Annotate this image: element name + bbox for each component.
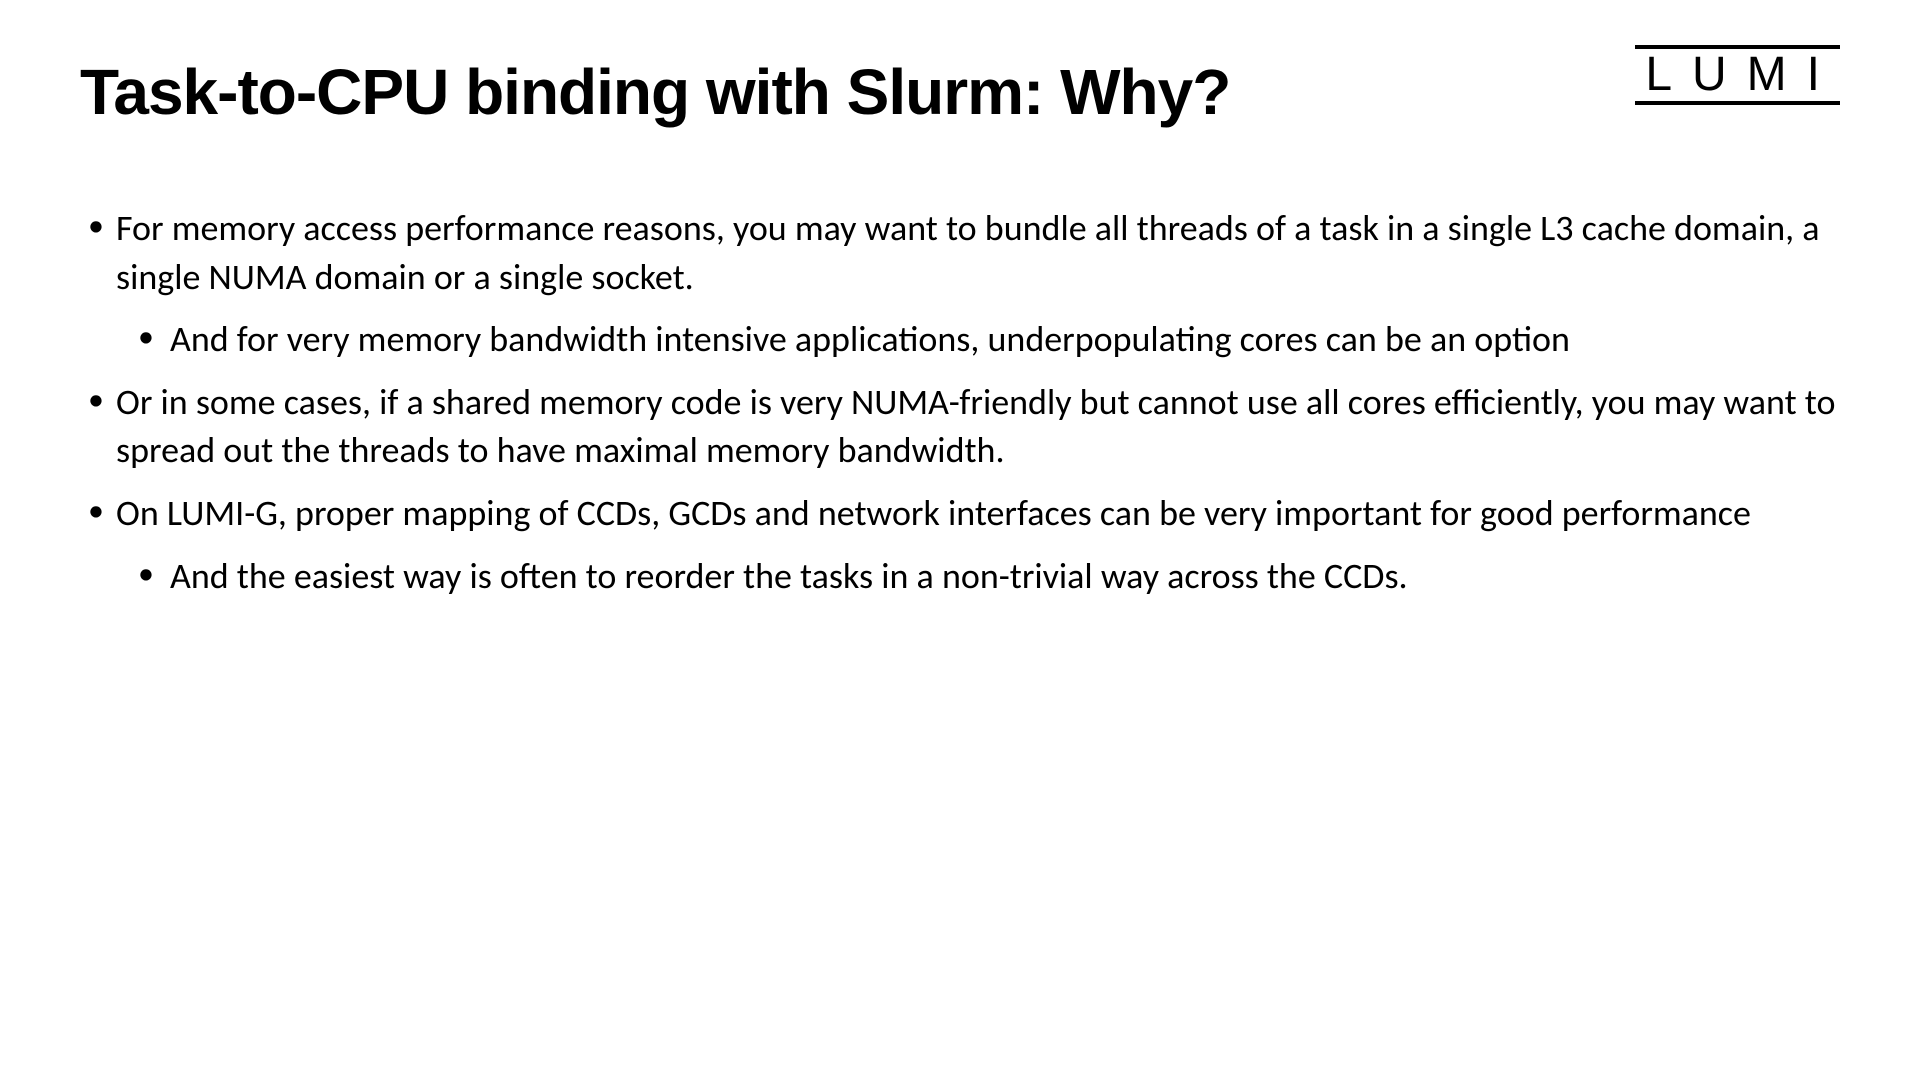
content: For memory access performance reasons, y… [80,204,1840,600]
bullet-text: On LUMI-G, proper mapping of CCDs, GCDs … [116,491,1751,535]
header: Task-to-CPU binding with Slurm: Why? LUM… [80,55,1840,129]
sub-bullet-text: And the easiest way is often to reorder … [170,554,1408,598]
bullet-item: Or in some cases, if a shared memory cod… [80,378,1840,475]
bullet-text: Or in some cases, if a shared memory cod… [116,380,1835,473]
sub-bullet-item: And the easiest way is often to reorder … [116,552,1840,601]
bullet-text: For memory access performance reasons, y… [116,206,1819,299]
bullet-list: For memory access performance reasons, y… [80,204,1840,600]
sub-bullet-item: And for very memory bandwidth intensive … [116,315,1840,364]
slide: Task-to-CPU binding with Slurm: Why? LUM… [0,0,1920,1080]
bullet-item: On LUMI-G, proper mapping of CCDs, GCDs … [80,489,1840,600]
sub-bullet-text: And for very memory bandwidth intensive … [170,317,1570,361]
lumi-logo: LUMI [1635,45,1840,105]
slide-title: Task-to-CPU binding with Slurm: Why? [80,55,1230,129]
sub-list: And for very memory bandwidth intensive … [116,315,1840,364]
sub-list: And the easiest way is often to reorder … [116,552,1840,601]
bullet-item: For memory access performance reasons, y… [80,204,1840,364]
